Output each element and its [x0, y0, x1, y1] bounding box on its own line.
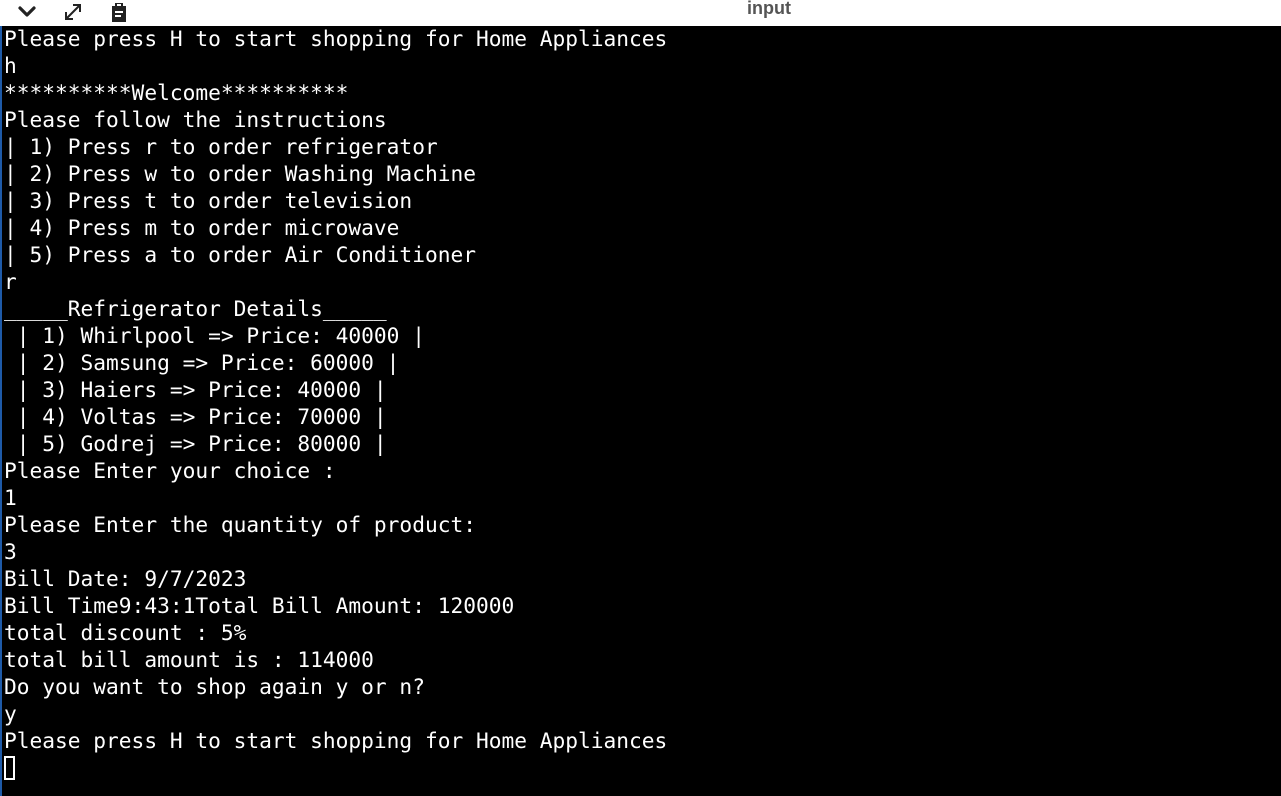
terminal-line: Please Enter your choice :	[4, 458, 336, 483]
terminal-line: | 5) Godrej => Price: 80000 |	[4, 431, 387, 456]
terminal-window: input Please press H to start shopping f…	[0, 0, 1281, 796]
terminal-line: _____Refrigerator Details_____	[4, 296, 387, 321]
input-prompt-line[interactable]	[4, 754, 1274, 781]
terminal-line: Bill Date: 9/7/2023	[4, 566, 247, 591]
terminal-line: | 4) Voltas => Price: 70000 |	[4, 404, 387, 429]
terminal-line: | 1) Press r to order refrigerator	[4, 134, 438, 159]
terminal-line: | 2) Samsung => Price: 60000 |	[4, 350, 400, 375]
terminal-line: h	[4, 53, 17, 78]
terminal-line: r	[4, 269, 17, 294]
terminal-line: y	[4, 701, 17, 726]
terminal-line: Please Enter the quantity of product:	[4, 512, 476, 537]
terminal-line: total discount : 5%	[4, 620, 247, 645]
terminal-line: Please follow the instructions	[4, 107, 387, 132]
terminal-line: Please press H to start shopping for Hom…	[4, 26, 668, 51]
terminal-line: | 3) Haiers => Price: 40000 |	[4, 377, 387, 402]
text-cursor[interactable]	[4, 756, 15, 780]
terminal-line: **********Welcome**********	[4, 80, 349, 105]
terminal-line: | 1) Whirlpool => Price: 40000 |	[4, 323, 425, 348]
terminal-output[interactable]: Please press H to start shopping for Hom…	[4, 25, 1274, 796]
terminal-line: Do you want to shop again y or n?	[4, 674, 425, 699]
window-edge-strip	[0, 26, 2, 796]
terminal-line: | 4) Press m to order microwave	[4, 215, 400, 240]
terminal-line: Please press H to start shopping for Hom…	[4, 728, 668, 753]
terminal-line: 1	[4, 485, 17, 510]
window-title: input	[747, 0, 791, 18]
terminal-line: total bill amount is : 114000	[4, 647, 374, 672]
terminal-line: | 2) Press w to order Washing Machine	[4, 161, 476, 186]
terminal-line: | 5) Press a to order Air Conditioner	[4, 242, 476, 267]
toolbar: input	[0, 0, 1281, 26]
terminal-line: | 3) Press t to order television	[4, 188, 413, 213]
terminal-line: 3	[4, 539, 17, 564]
terminal-line: Bill Time9:43:1Total Bill Amount: 120000	[4, 593, 515, 618]
